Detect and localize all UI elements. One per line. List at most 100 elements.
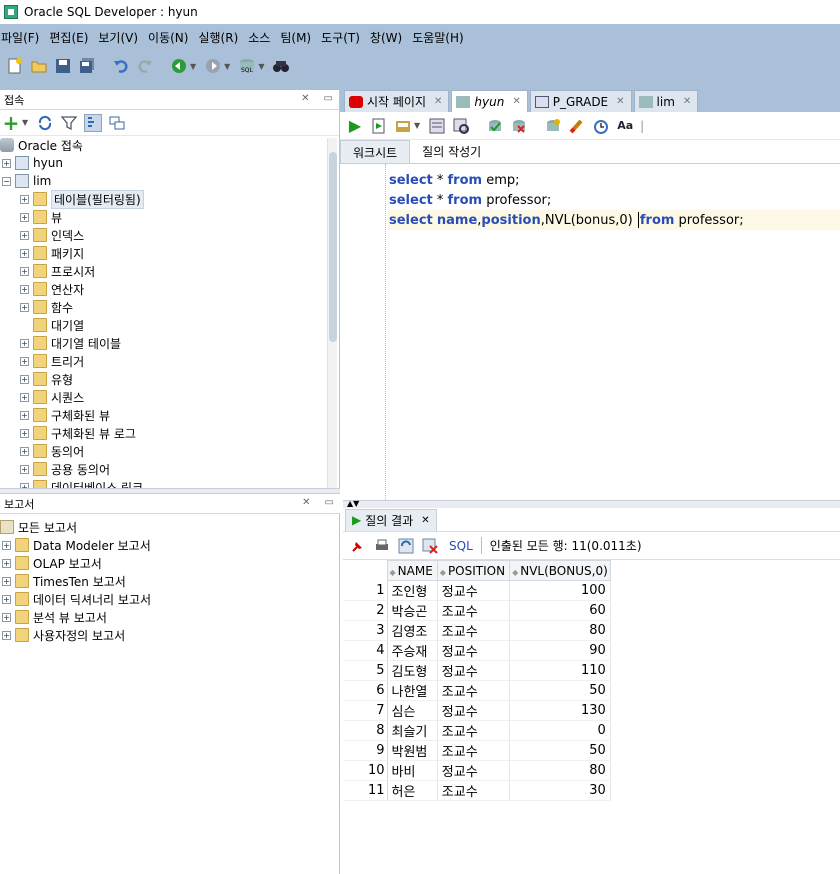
print-icon[interactable]: [373, 537, 391, 555]
table-row[interactable]: 1 조인형 정교수 100: [343, 580, 611, 601]
expand-icon[interactable]: +: [20, 464, 29, 474]
close-tab-icon[interactable]: ✕: [421, 515, 429, 526]
cell-position[interactable]: 정교수: [437, 660, 511, 681]
close-panel-icon[interactable]: ✕: [301, 93, 309, 104]
table-row[interactable]: 5 김도형 정교수 110: [343, 660, 611, 681]
close-tab-icon[interactable]: ✕: [683, 96, 691, 107]
cell-name[interactable]: 조인형: [387, 580, 438, 601]
code-line-1[interactable]: select * from emp;: [389, 170, 520, 190]
report-item[interactable]: + Data Modeler 보고서: [0, 536, 340, 554]
forward-dropdown-icon[interactable]: ▼: [224, 62, 230, 71]
tree-node-functions[interactable]: + 함수: [0, 298, 339, 316]
menu-edit[interactable]: 편집(E): [48, 29, 97, 46]
menu-help[interactable]: 도움말(H): [411, 29, 473, 46]
expand-icon[interactable]: +: [2, 540, 11, 550]
tab-query-result[interactable]: ▶ 질의 결과 ✕: [345, 508, 437, 531]
menu-navigate[interactable]: 이동(N): [147, 29, 197, 46]
tab-worksheet[interactable]: 워크시트: [340, 140, 411, 163]
tree-node-views[interactable]: + 뷰: [0, 208, 339, 226]
cell-name[interactable]: 주승재: [387, 640, 438, 661]
explain-plan-2-icon[interactable]: [452, 117, 470, 135]
menu-team[interactable]: 팀(M): [279, 29, 320, 46]
cell-position[interactable]: 조교수: [437, 780, 511, 801]
cell-bonus[interactable]: 60: [509, 600, 611, 621]
expand-icon[interactable]: +: [20, 266, 29, 276]
tree-node-hyun[interactable]: + hyun: [0, 154, 339, 172]
table-row[interactable]: 3 김영조 조교수 80: [343, 620, 611, 641]
editor-results-splitter[interactable]: ▲▼: [343, 500, 840, 508]
expand-icon[interactable]: +: [2, 158, 11, 168]
expand-icon[interactable]: +: [2, 612, 11, 622]
tree-node-synonyms[interactable]: + 동의어: [0, 442, 339, 460]
table-row[interactable]: 10 바비 정교수 80: [343, 760, 611, 781]
report-item[interactable]: + 분석 뷰 보고서: [0, 608, 340, 626]
collapse-icon[interactable]: [108, 114, 126, 132]
add-connection-icon[interactable]: +: [2, 111, 20, 135]
cell-name[interactable]: 김영조: [387, 620, 438, 641]
table-row[interactable]: 6 나한열 조교수 50: [343, 680, 611, 701]
code-line-3[interactable]: select name, position, NVL(bonus,0) from p…: [388, 210, 840, 230]
cell-name[interactable]: 박원범: [387, 740, 438, 761]
expand-icon[interactable]: +: [20, 392, 29, 402]
table-row[interactable]: 4 주승재 정교수 90: [343, 640, 611, 661]
minimize-panel-icon[interactable]: ▭: [324, 93, 333, 104]
expand-icon[interactable]: +: [2, 576, 11, 586]
expand-icon[interactable]: +: [20, 194, 29, 204]
expand-icon[interactable]: +: [2, 594, 11, 604]
tab-start-page[interactable]: 시작 페이지 ✕: [344, 90, 450, 112]
autotrace-icon[interactable]: [394, 117, 412, 135]
tree-node-public-synonyms[interactable]: + 공용 동의어: [0, 460, 339, 478]
expand-icon[interactable]: +: [20, 302, 29, 312]
expand-icon[interactable]: +: [20, 356, 29, 366]
tree-node-queue-tables[interactable]: + 대기열 테이블: [0, 334, 339, 352]
open-folder-icon[interactable]: [30, 57, 48, 75]
tree-node-operators[interactable]: + 연산자: [0, 280, 339, 298]
menu-window[interactable]: 창(W): [369, 29, 411, 46]
expand-icon[interactable]: +: [2, 630, 11, 640]
cell-position[interactable]: 정교수: [437, 640, 511, 661]
tree-node-queues[interactable]: 대기열: [0, 316, 339, 334]
report-item[interactable]: + 사용자정의 보고서: [0, 626, 340, 644]
menu-file[interactable]: 파일(F): [0, 29, 48, 46]
cell-bonus[interactable]: 130: [509, 700, 611, 721]
explain-plan-icon[interactable]: [428, 117, 446, 135]
save-icon[interactable]: [54, 57, 72, 75]
refresh-icon[interactable]: [36, 114, 54, 132]
expand-icon[interactable]: +: [20, 248, 29, 258]
tab-lim[interactable]: lim ✕: [633, 90, 699, 112]
cell-bonus[interactable]: 30: [509, 780, 611, 801]
report-item[interactable]: + OLAP 보고서: [0, 554, 340, 572]
report-item[interactable]: + TimesTen 보고서: [0, 572, 340, 590]
reports-root[interactable]: 모든 보고서: [0, 518, 340, 536]
column-header-name[interactable]: ◆ NAME: [386, 560, 438, 581]
cell-position[interactable]: 조교수: [437, 620, 511, 641]
cell-bonus[interactable]: 110: [509, 660, 611, 681]
collapse-node-icon[interactable]: −: [2, 176, 11, 186]
menu-tools[interactable]: 도구(T): [320, 29, 369, 46]
tree-node-lim[interactable]: − lim: [0, 172, 339, 190]
table-row[interactable]: 8 최슬기 조교수 0: [343, 720, 611, 741]
tree-node-types[interactable]: + 유형: [0, 370, 339, 388]
sql-worksheet-icon[interactable]: SQL: [238, 57, 256, 75]
tree-node-sequences[interactable]: + 시퀀스: [0, 388, 339, 406]
tree-node-procedures[interactable]: + 프로시저: [0, 262, 339, 280]
tree-root[interactable]: Oracle 접속: [0, 136, 339, 154]
table-row[interactable]: 11 허은 조교수 30: [343, 780, 611, 801]
sql-editor[interactable]: select * from emp; select * from profess…: [343, 164, 840, 500]
tree-node-materialized-views[interactable]: + 구체화된 뷰: [0, 406, 339, 424]
tab-p-grade[interactable]: P_GRADE ✕: [529, 90, 632, 112]
cell-bonus[interactable]: 80: [509, 760, 611, 781]
binoculars-icon[interactable]: [272, 57, 290, 75]
pin-icon[interactable]: [349, 537, 367, 555]
column-header-nvl-bonus[interactable]: ◆ NVL(BONUS,0): [509, 560, 611, 581]
rollback-icon[interactable]: [510, 117, 528, 135]
undo-icon[interactable]: [112, 57, 130, 75]
schema-browser-icon[interactable]: [84, 113, 103, 132]
cell-name[interactable]: 심슨: [387, 700, 438, 721]
menu-run[interactable]: 실행(R): [197, 29, 247, 46]
tree-node-triggers[interactable]: + 트리거: [0, 352, 339, 370]
cell-position[interactable]: 조교수: [437, 600, 511, 621]
close-tab-icon[interactable]: ✕: [616, 96, 624, 107]
expand-icon[interactable]: +: [20, 338, 29, 348]
format-case-icon[interactable]: Aa: [616, 117, 634, 135]
